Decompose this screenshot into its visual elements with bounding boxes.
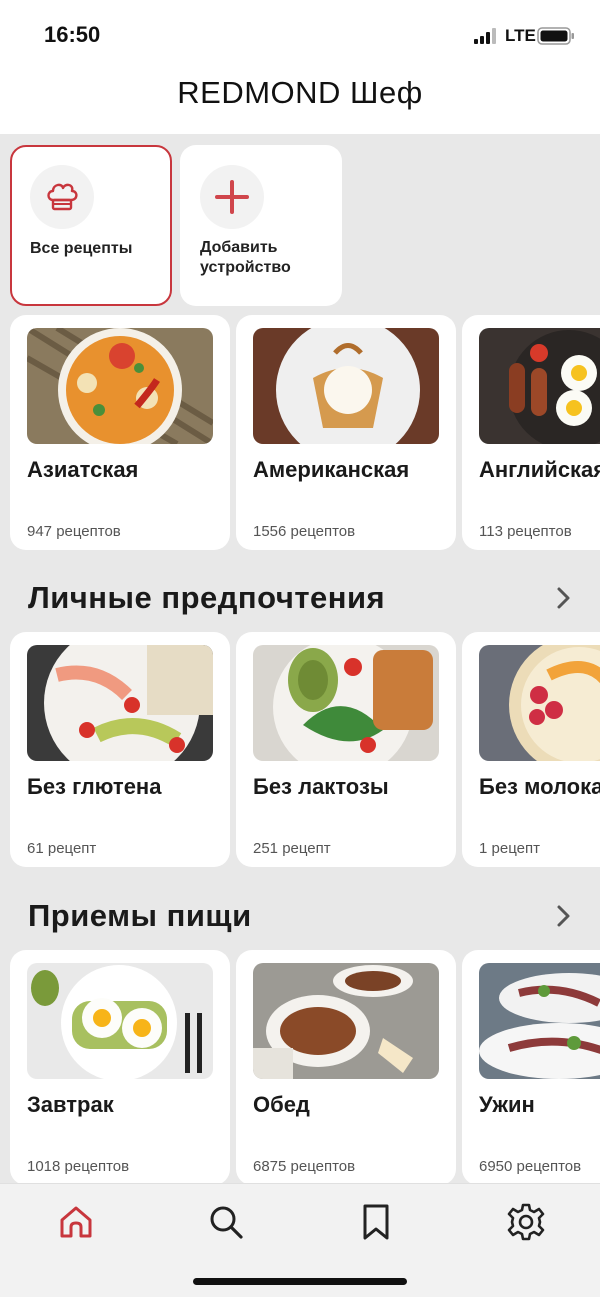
section-title-preferences: Личные предпочтения: [28, 580, 386, 615]
card-title: Азиатская: [27, 457, 139, 482]
bookmark-icon[interactable]: [356, 1202, 396, 1242]
chef-hat-icon: [47, 183, 78, 211]
recipe-image: [479, 645, 600, 761]
card-title: Завтрак: [27, 1092, 114, 1117]
recipe-image: [27, 645, 213, 761]
app-header: REDMOND Шеф: [0, 66, 600, 134]
plus-icon-circle: [200, 165, 264, 229]
card-count: 6875 рецептов: [253, 1158, 356, 1175]
chef-hat-icon-circle: [30, 165, 94, 229]
card-count: 6950 рецептов: [479, 1158, 582, 1175]
status-bar: 16:50 LTE: [0, 0, 600, 66]
all-recipes-label: Все рецепты: [30, 240, 133, 257]
section-title-meals: Приемы пищи: [28, 898, 252, 933]
all-recipes-button[interactable]: Все рецепты: [10, 145, 172, 306]
recipe-image: [479, 328, 600, 444]
chevron-right-icon[interactable]: [552, 903, 574, 929]
meals-row: Завтрак 1018 рецептов Обед 6875 рецептов: [0, 950, 600, 1185]
preference-card[interactable]: Без глютена 61 рецепт: [10, 632, 230, 867]
cuisine-row: Азиатская 947 рецептов Американская 1556…: [0, 315, 600, 550]
preference-card[interactable]: Без молока 1 рецепт: [462, 632, 600, 867]
home-icon[interactable]: [56, 1202, 96, 1242]
signal-icon: [474, 28, 496, 44]
meal-card[interactable]: Завтрак 1018 рецептов: [10, 950, 230, 1185]
card-title: Английская: [479, 457, 600, 482]
recipe-image: [253, 963, 439, 1079]
card-title: Обед: [253, 1092, 310, 1117]
card-title: Американская: [253, 457, 410, 482]
card-count: 1018 рецептов: [27, 1158, 130, 1175]
preference-card[interactable]: Без лактозы 251 рецепт: [236, 632, 456, 867]
recipe-image: [27, 963, 213, 1079]
cuisine-card[interactable]: Американская 1556 рецептов: [236, 315, 456, 550]
plus-icon: [215, 180, 249, 214]
card-title: Ужин: [479, 1092, 535, 1117]
meal-card[interactable]: Ужин 6950 рецептов: [462, 950, 600, 1185]
card-count: 113 рецептов: [479, 523, 572, 540]
search-icon[interactable]: [206, 1202, 246, 1242]
recipe-image: [253, 328, 439, 444]
cuisine-card[interactable]: Английская 113 рецептов: [462, 315, 600, 550]
network-type: LTE: [505, 26, 536, 45]
card-count: 61 рецепт: [27, 840, 97, 857]
status-time: 16:50: [44, 22, 101, 47]
card-count: 251 рецепт: [253, 840, 331, 857]
card-title: Без глютена: [27, 774, 162, 799]
card-title: Без молока: [479, 774, 600, 799]
recipe-image: [27, 328, 213, 444]
battery-icon: [537, 27, 574, 45]
cuisine-card[interactable]: Азиатская 947 рецептов: [10, 315, 230, 550]
recipe-image: [253, 645, 439, 761]
home-indicator: [193, 1278, 407, 1285]
card-count: 947 рецептов: [27, 523, 121, 540]
card-count: 1 рецепт: [479, 840, 540, 857]
settings-icon[interactable]: [506, 1202, 546, 1242]
add-device-label: Добавить устройство: [200, 239, 291, 276]
preferences-row: Без глютена 61 рецепт Без лактозы 251 ре…: [0, 632, 600, 867]
card-count: 1556 рецептов: [253, 523, 356, 540]
meal-card[interactable]: Обед 6875 рецептов: [236, 950, 456, 1185]
page-title: REDMOND Шеф: [177, 75, 423, 110]
card-title: Без лактозы: [253, 774, 389, 799]
chevron-right-icon[interactable]: [552, 585, 574, 611]
recipe-image: [479, 963, 600, 1079]
add-device-button[interactable]: Добавить устройство: [180, 145, 342, 306]
